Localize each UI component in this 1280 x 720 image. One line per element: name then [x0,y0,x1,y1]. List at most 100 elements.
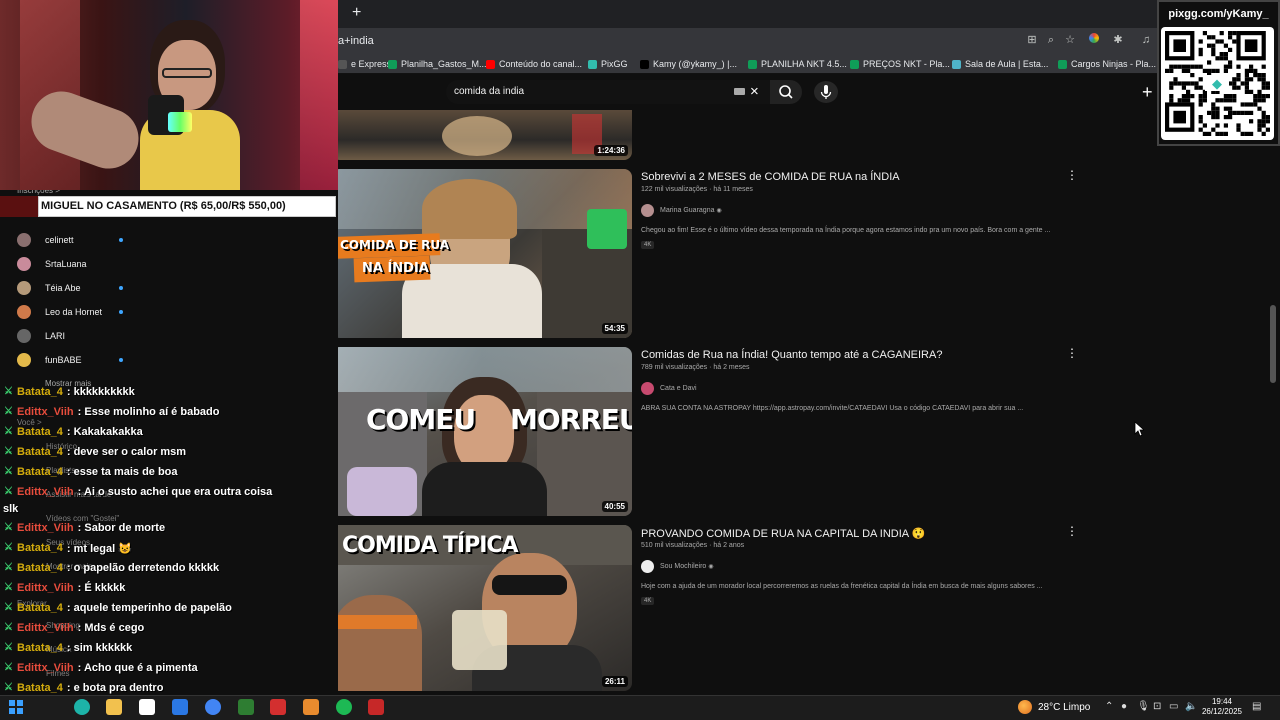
bookmark-item[interactable]: Conteúdo do canal... [486,57,582,71]
video-thumbnail[interactable]: COMIDA TÍPICA 26:11 [332,525,632,691]
channel-name: Cata e Davi [660,384,697,392]
bookmark-label: Planilha_Gastos_M... [401,59,487,69]
chat-text: : Sabor de morte [77,522,166,534]
taskbar-app-orange-icon[interactable] [303,699,319,715]
sidebar-subscription[interactable]: celinett [17,232,123,248]
search-query-text[interactable]: comida da india [454,86,524,97]
volume-icon[interactable]: 🔈 [1185,701,1197,712]
keyboard-icon[interactable] [734,88,745,95]
taskbar-spotify-icon[interactable] [336,699,352,715]
bookmark-item[interactable]: Sala de Aula | Esta... [952,57,1048,71]
taskbar-explorer-icon[interactable] [106,699,122,715]
thumbnail-text: MORREU [510,403,632,436]
install-app-icon[interactable]: ⊞ [1025,33,1039,47]
taskbar-app-red2-icon[interactable] [368,699,384,715]
bookmark-favicon-icon [748,59,757,69]
video-thumbnail-partial[interactable]: 1:24:36 [332,110,632,160]
bookmark-label: Sala de Aula | Esta... [965,59,1049,69]
chat-text: : É kkkkk [77,582,126,594]
bookmark-favicon-icon [588,59,597,69]
scrollbar-thumb[interactable] [1270,305,1276,383]
bookmark-item[interactable]: PixGG [588,57,628,71]
bookmark-item[interactable]: PREÇOS NKT - Pla... [850,57,950,71]
address-text[interactable]: a+india [338,35,374,47]
video-meta: 122 mil visualizações · há 11 meses [641,186,753,193]
video-thumbnail[interactable]: COMEU MORREU 40:55 [332,347,632,516]
vpn-icon[interactable]: ⊡ [1153,701,1161,712]
chat-username: Edittx_Viih [17,582,74,594]
voice-search-button[interactable] [814,81,838,103]
search-button[interactable] [770,80,802,104]
thumbnail-text: COMIDA DE RUA [340,238,450,252]
sidebar-subscription[interactable]: Leo da Hornet [17,304,123,320]
taskbar-app-blue-icon[interactable] [172,699,188,715]
chat-text: : Mds é cego [77,622,145,634]
video-thumbnail[interactable]: COMIDA DE RUA NA ÍNDIA 54:35 [332,169,632,338]
more-options-icon[interactable]: ⋮ [1066,524,1078,538]
notifications-icon[interactable]: ▤ [1252,701,1261,712]
channel-link[interactable]: Sou Mochileiro ◉ [641,559,714,573]
video-title[interactable]: Comidas de Rua na Índia! Quanto tempo at… [641,349,942,361]
video-meta: 510 mil visualizações · há 2 anos [641,542,745,549]
chevron-up-icon[interactable]: ⌃ [1105,701,1113,712]
channel-link[interactable]: Cata e Davi [641,381,697,395]
create-icon[interactable]: + [1142,83,1153,101]
bookmark-item[interactable]: PLANILHA NKT 4.5... [748,57,847,71]
chat-message: ⚔ Batata_4: deve ser o calor msm [4,443,186,461]
sidebar-subscription[interactable]: LARI [17,328,65,344]
bookmark-item[interactable]: e Express [338,57,391,71]
bookmark-favicon-icon [850,59,859,69]
bookmark-favicon-icon [388,59,397,69]
bookmark-item[interactable]: Kamy (@ykamy_) |... [640,57,737,71]
scrollbar-track[interactable] [1268,110,1278,690]
extensions-puzzle-icon[interactable]: ✱ [1111,33,1125,47]
more-options-icon[interactable]: ⋮ [1066,168,1078,182]
video-title[interactable]: PROVANDO COMIDA DE RUA NA CAPITAL DA IND… [641,527,925,540]
chat-message: ⚔ Edittx_Viih: Esse molinho aí é babado [4,403,219,421]
chat-text: : sim kkkkkk [66,642,133,654]
taskbar-notepad-icon[interactable] [139,699,155,715]
video-duration: 1:24:36 [594,145,628,156]
sidebar-subscription[interactable]: Téia Abe [17,280,123,296]
media-controls-icon[interactable]: ♫ [1139,33,1153,47]
taskbar-windows-icon[interactable] [8,699,24,715]
subscription-name: SrtaLuana [45,259,87,269]
channel-link[interactable]: Marina Guaragna ◉ [641,203,722,217]
extension-color-icon[interactable] [1087,33,1101,47]
taskbar-chrome-icon[interactable] [205,699,221,715]
bookmark-label: e Express [351,59,392,69]
thumbnail-text: COMIDA TÍPICA [342,533,519,558]
channel-avatar [17,281,31,295]
weather-widget[interactable]: 28°C Limpo [1018,700,1090,714]
sidebar-subscription[interactable]: SrtaLuana [17,256,87,272]
chat-text: : Acho que é a pimenta [77,662,198,674]
live-dot-icon [119,358,123,362]
bookmark-star-icon[interactable]: ☆ [1063,33,1077,47]
tray-app-icon[interactable]: ● [1121,701,1127,712]
chat-message: ⚔ Batata_4: o papelão derretendo kkkkk [4,559,219,577]
clear-search-icon[interactable]: × [750,84,759,99]
chat-username: Batata_4 [17,542,63,554]
sidebar-subscription[interactable]: funBABE [17,352,123,368]
taskbar-edge-icon[interactable] [74,699,90,715]
more-options-icon[interactable]: ⋮ [1066,346,1078,360]
subscription-name: funBABE [45,355,82,365]
bookmark-label: Cargos Ninjas - Pla... [1071,59,1157,69]
chat-message: ⚔ Edittx_Viih: Acho que é a pimenta [4,659,198,677]
bookmark-label: PREÇOS NKT - Pla... [863,59,950,69]
subscription-name: Téia Abe [45,283,81,293]
network-icon[interactable]: ▭ [1169,701,1178,712]
bookmark-item[interactable]: Planilha_Gastos_M... [388,57,487,71]
microphone-tray-icon[interactable]: 🎙 [1137,701,1150,712]
taskbar-app-green-icon[interactable] [238,699,254,715]
zoom-icon[interactable]: ⌕ [1044,33,1058,47]
new-tab-button[interactable]: + [352,5,366,21]
system-clock[interactable]: 19:44 26/12/2025 [1200,697,1244,717]
bookmark-label: PixGG [601,59,628,69]
taskbar-app-red-icon[interactable] [270,699,286,715]
verified-icon: ◉ [708,563,714,570]
streamer-webcam [0,0,338,190]
bookmark-item[interactable]: Cargos Ninjas - Pla... [1058,57,1156,71]
video-title[interactable]: Sobrevivi a 2 MESES de COMIDA DE RUA na … [641,171,900,183]
sword-badge-icon: ⚔ [4,522,13,533]
